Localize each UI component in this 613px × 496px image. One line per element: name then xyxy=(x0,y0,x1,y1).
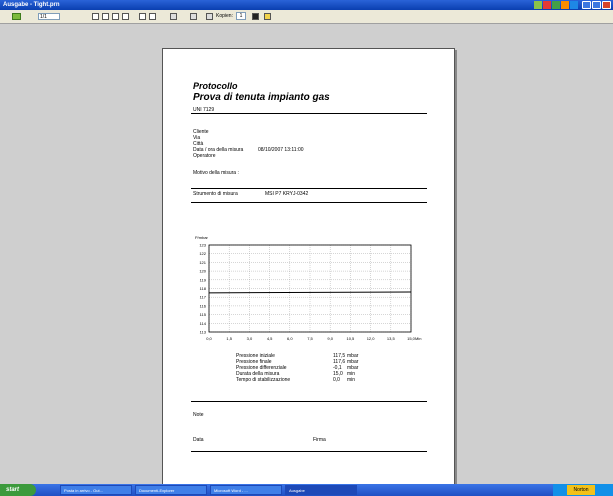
tray-app-icon[interactable] xyxy=(570,1,578,9)
field-operatore: Operatore xyxy=(193,153,216,159)
result-unit: min xyxy=(347,377,356,383)
print-setup-icon[interactable] xyxy=(190,13,197,20)
divider xyxy=(191,401,427,402)
y-tick-label: 121 xyxy=(199,260,206,265)
pressure-line xyxy=(208,291,412,294)
zoom-icon[interactable] xyxy=(92,13,99,20)
signature-label: Firma xyxy=(313,437,326,443)
divider xyxy=(191,113,427,114)
page-width-icon[interactable] xyxy=(139,13,146,20)
pressure-chart: P/mbar 0,0 1,5 3,0 4,5 6,0 7,5 9,0 10,5 12,0 13,5 1… xyxy=(195,235,421,341)
page-number-field[interactable]: 1/1 xyxy=(38,13,60,20)
y-tick-label: 117 xyxy=(200,295,207,300)
four-page-icon[interactable] xyxy=(122,13,129,20)
close-button[interactable] xyxy=(602,1,611,9)
minimize-button[interactable] xyxy=(582,1,591,9)
y-tick-label: 116 xyxy=(200,303,207,308)
y-tick-label: 122 xyxy=(199,251,206,256)
x-tick-label: 9,0 xyxy=(327,336,333,341)
copies-field[interactable]: 1 xyxy=(236,12,246,20)
taskbar: start Posta in arrivo - Out... Documenti… xyxy=(0,484,613,496)
instrument-label: Strumento di misura xyxy=(193,191,238,197)
y-tick-label: 119 xyxy=(200,277,207,282)
x-axis-label: Min xyxy=(415,336,421,341)
x-tick-label: 12,0 xyxy=(367,336,376,341)
maximize-button[interactable] xyxy=(592,1,601,9)
tray-app-icon[interactable] xyxy=(543,1,551,9)
taskbar-item[interactable]: Microsoft Word - ... xyxy=(210,485,282,495)
divider xyxy=(191,451,427,452)
note-label: Note xyxy=(193,412,204,418)
tray-app-icon[interactable] xyxy=(534,1,542,9)
window-title: Ausgabe - Tight.prn xyxy=(3,2,60,8)
x-tick-label: 13,5 xyxy=(387,336,396,341)
result-value: 0,0 xyxy=(333,377,340,383)
tray-app-icon[interactable] xyxy=(552,1,560,9)
doc-title: Protocollo xyxy=(193,81,238,91)
full-page-icon[interactable] xyxy=(149,13,156,20)
instrument-value: MSI P7 KRYJ-0342 xyxy=(265,191,309,197)
y-tick-label: 114 xyxy=(200,321,207,326)
window-titlebar: Ausgabe - Tight.prn xyxy=(0,0,613,10)
date-label: Data xyxy=(193,437,204,443)
save-icon[interactable] xyxy=(252,13,259,20)
x-tick-label: 10,5 xyxy=(347,336,356,341)
start-button[interactable]: start xyxy=(0,484,36,496)
divider xyxy=(191,188,427,189)
reason-label: Motivo della misura : xyxy=(193,170,239,176)
window-controls xyxy=(582,1,611,9)
copies-label: Kopien: xyxy=(216,13,233,19)
preview-workarea[interactable]: Protocollo Prova di tenuta impianto gas … xyxy=(0,24,613,492)
x-tick-label: 0,0 xyxy=(206,336,212,341)
divider xyxy=(191,202,427,203)
x-tick-label: 1,5 xyxy=(226,336,232,341)
printer-select-icon[interactable] xyxy=(206,13,213,20)
taskbar-item[interactable]: Documenti-Explorer xyxy=(135,485,207,495)
y-tick-label: 123 xyxy=(199,243,206,248)
x-tick-label: 7,5 xyxy=(307,336,313,341)
taskbar-item[interactable]: Ausgabe xyxy=(285,485,357,495)
y-tick-label: 115 xyxy=(200,312,207,317)
document-page: Protocollo Prova di tenuta impianto gas … xyxy=(162,48,455,492)
y-tick-label: 120 xyxy=(199,269,206,274)
y-tick-label: 113 xyxy=(200,330,207,335)
taskbar-item[interactable]: Posta in arrivo - Out... xyxy=(60,485,132,495)
titlebar-tray-icons xyxy=(534,1,578,9)
single-page-icon[interactable] xyxy=(102,13,109,20)
settings-icon[interactable] xyxy=(264,13,271,20)
y-tick-label: 118 xyxy=(200,286,207,291)
y-axis-label: P/mbar xyxy=(195,235,209,240)
system-tray: Norton xyxy=(553,484,613,496)
datetime-value: 08/10/2007 13:11:00 xyxy=(258,147,304,153)
x-tick-label: 4,5 xyxy=(267,336,273,341)
printer-icon[interactable] xyxy=(170,13,177,20)
x-tick-label: 3,0 xyxy=(247,336,253,341)
norton-tray-label[interactable]: Norton xyxy=(567,485,595,495)
print-preview-toolbar: 1/1 Kopien: 1 xyxy=(0,10,613,24)
back-icon[interactable] xyxy=(12,13,21,20)
tray-app-icon[interactable] xyxy=(561,1,569,9)
doc-subtitle: Prova di tenuta impianto gas xyxy=(193,92,330,103)
result-label: Tempo di stabilizzazione xyxy=(236,377,291,383)
x-tick-label: 6,0 xyxy=(287,336,293,341)
two-page-icon[interactable] xyxy=(112,13,119,20)
